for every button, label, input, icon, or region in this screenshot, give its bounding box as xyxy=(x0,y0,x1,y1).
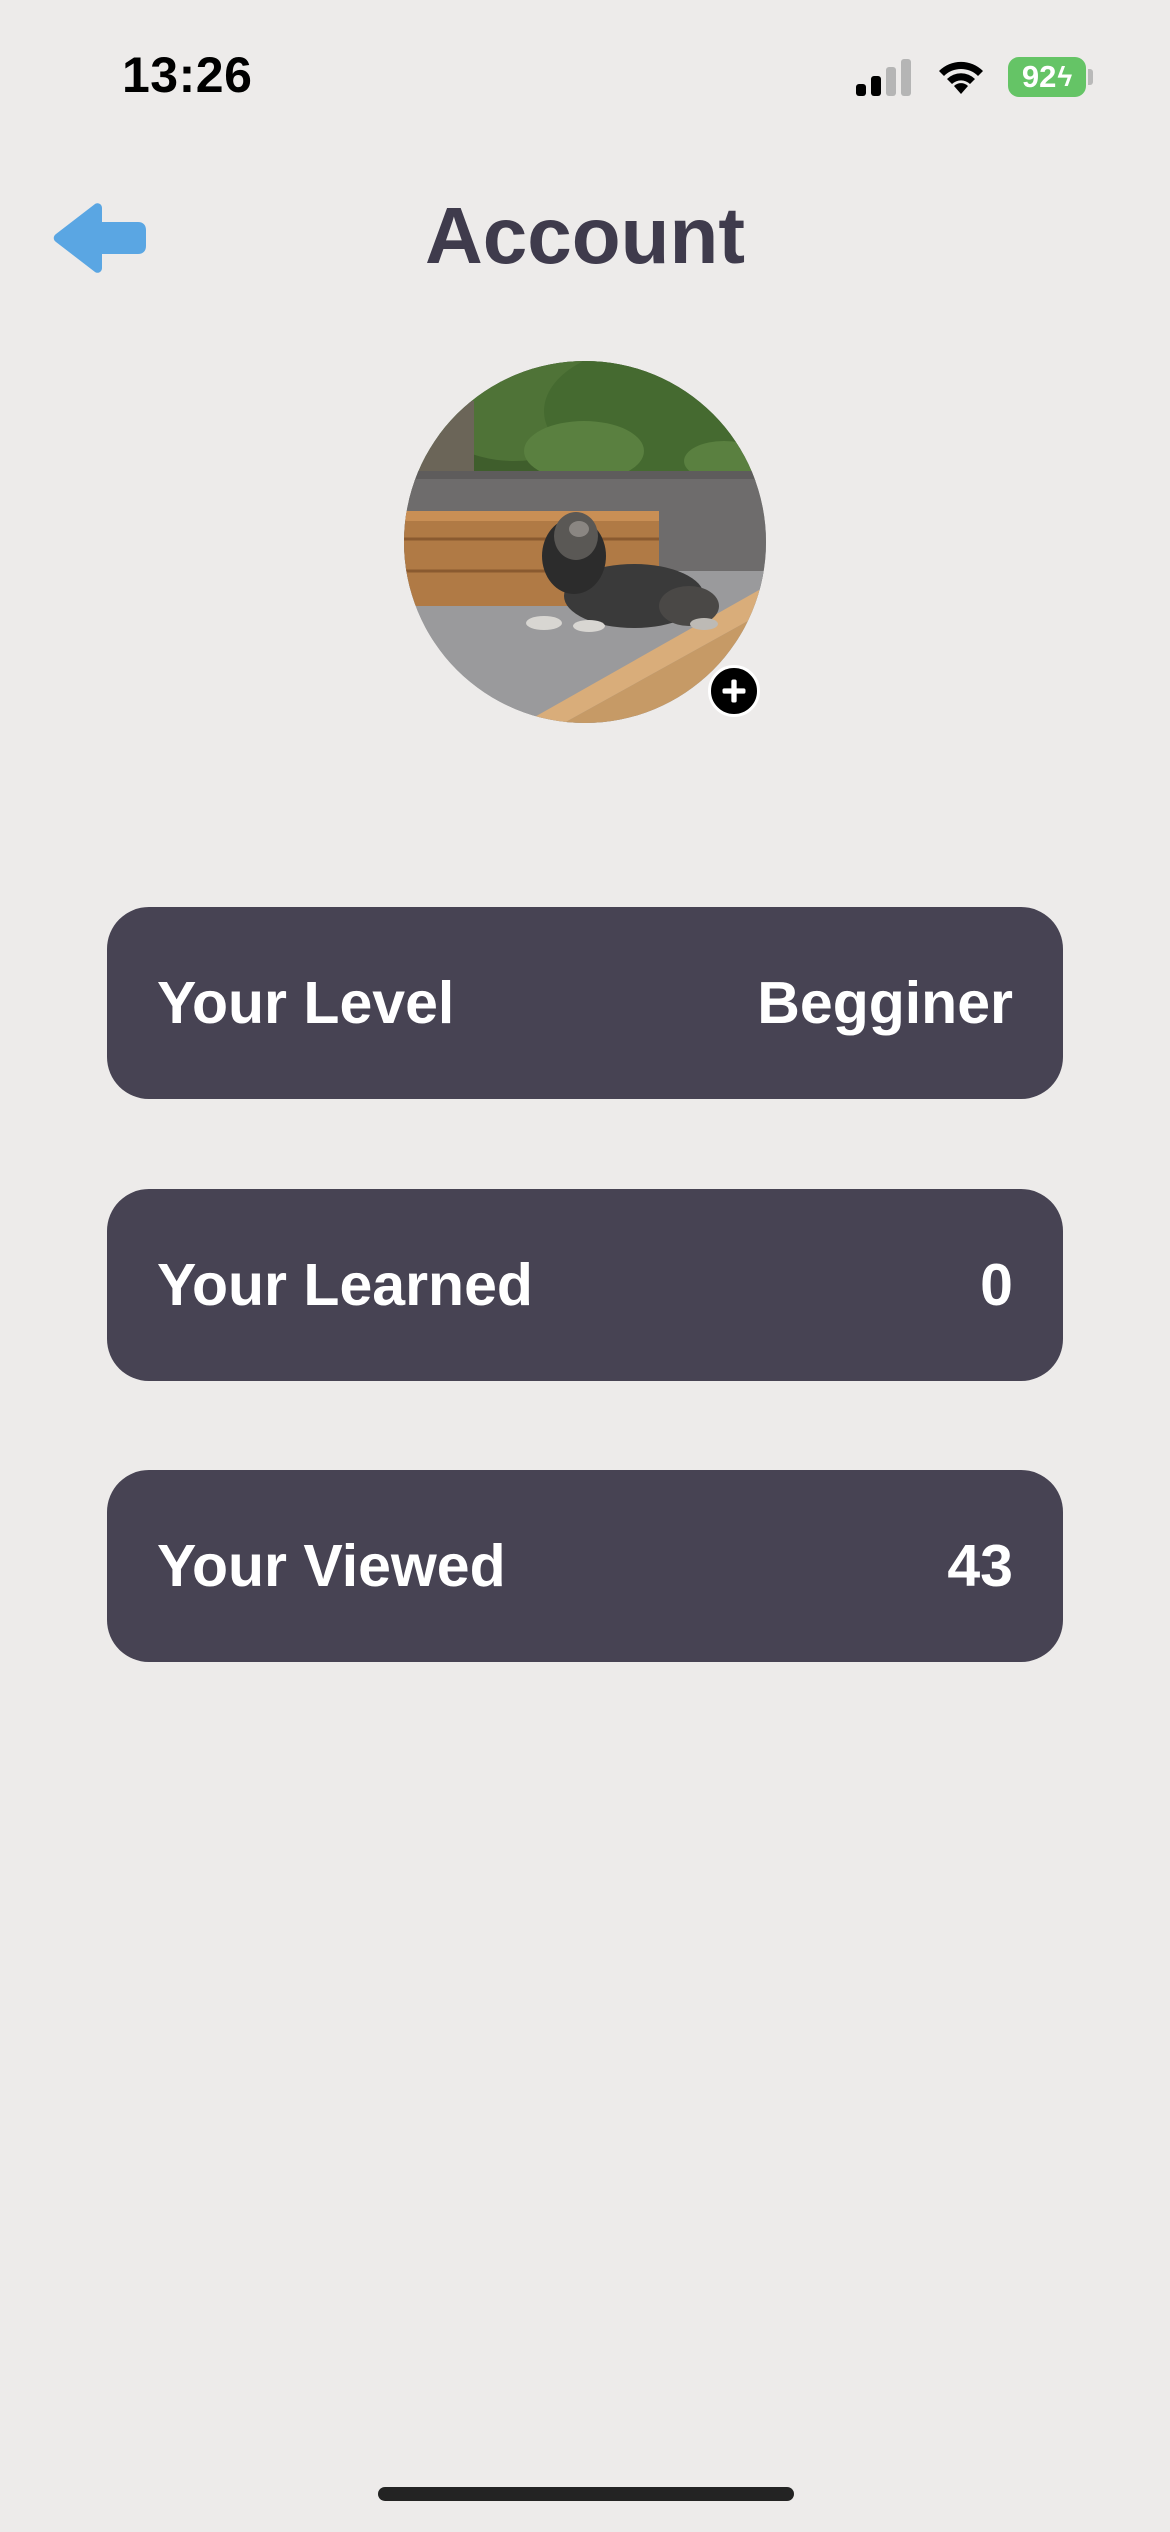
learned-value: 0 xyxy=(980,1252,1013,1318)
level-value: Begginer xyxy=(757,970,1013,1036)
viewed-card: Your Viewed 43 xyxy=(107,1470,1063,1662)
level-card: Your Level Begginer xyxy=(107,907,1063,1099)
learned-label: Your Learned xyxy=(157,1252,533,1318)
page-title: Account xyxy=(425,191,745,280)
battery-level: 92 xyxy=(1021,59,1057,94)
avatar-container[interactable] xyxy=(404,361,766,723)
viewed-label: Your Viewed xyxy=(157,1533,506,1599)
account-screen: 13:26 92 ϟ Account Your Level Begginer Y… xyxy=(0,0,1170,2532)
viewed-value: 43 xyxy=(947,1533,1013,1599)
battery-icon: 92 ϟ xyxy=(1008,57,1086,97)
charging-bolt-icon: ϟ xyxy=(1057,61,1073,92)
avatar-photo xyxy=(404,361,766,723)
learned-card: Your Learned 0 xyxy=(107,1189,1063,1381)
wifi-icon xyxy=(939,61,983,94)
status-time: 13:26 xyxy=(122,47,253,103)
battery-cap xyxy=(1088,69,1093,85)
plus-circle-icon[interactable] xyxy=(708,665,760,717)
signal-icon xyxy=(856,59,911,96)
avatar[interactable] xyxy=(404,361,766,723)
level-label: Your Level xyxy=(157,970,455,1036)
home-indicator[interactable] xyxy=(378,2487,794,2501)
